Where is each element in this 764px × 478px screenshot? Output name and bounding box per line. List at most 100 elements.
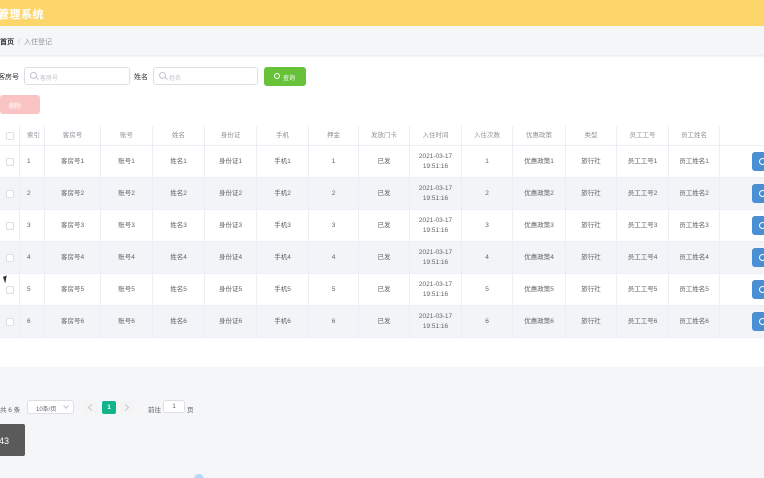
table-cell: 旅行社 [566, 242, 617, 273]
table-cell: 手机5 [257, 274, 309, 305]
next-page-button[interactable] [120, 401, 134, 414]
table-row: 4 客房号4 账号4 姓名4 身份证4 手机4 4 已发 2021-03-17 19:51:16… [0, 242, 764, 274]
table-cell: 4 [20, 242, 45, 273]
name-search-input[interactable]: 姓名 [153, 67, 258, 85]
table-cell: 员工工号3 [617, 210, 669, 241]
table-cell: 已发 [359, 210, 410, 241]
pagination: 共 6 条 10条/页 1 前往 1 页 [0, 400, 764, 416]
select-all-checkbox[interactable] [6, 131, 14, 140]
table-cell: 客房号2 [45, 178, 101, 209]
room-search-input[interactable]: 客房号 [24, 67, 130, 85]
table-cell: 客房号4 [45, 242, 101, 273]
table-cell: 旅行社 [566, 146, 617, 177]
row-action-button[interactable] [752, 280, 764, 299]
room-placeholder: 客房号 [40, 76, 59, 82]
main-panel: 客房号 客房号 姓名 姓名 查询 删除 索引 客房号 账号 姓名 身份证 手机 押金 发放门卡… [0, 57, 764, 414]
table-cell: 5 [462, 274, 513, 305]
table-cell: 旅行社 [566, 210, 617, 241]
table-cell: 2021-03-17 19:51:16 [410, 242, 462, 273]
table-cell: 员工姓名5 [669, 274, 720, 305]
table-cell: 2 [20, 178, 45, 209]
table-cell: 员工姓名4 [669, 242, 720, 273]
table-cell: 身份证3 [205, 210, 257, 241]
row-action-button[interactable] [752, 184, 764, 203]
table-cell: 身份证1 [205, 146, 257, 177]
table-cell: 优惠政策1 [513, 146, 566, 177]
row-checkbox[interactable] [6, 253, 14, 262]
table-cell: 优惠政策5 [513, 274, 566, 305]
column-header: 入住次数 [462, 126, 513, 145]
table-cell: 5 [20, 274, 45, 305]
table-cell: 账号2 [101, 178, 153, 209]
row-checkbox[interactable] [6, 317, 14, 326]
prev-page-button[interactable] [84, 401, 98, 414]
table-cell: 已发 [359, 242, 410, 273]
table-cell: 3 [20, 210, 45, 241]
table-cell: 客房号6 [45, 306, 101, 337]
delete-button[interactable]: 删除 [0, 95, 40, 114]
table-cell: 手机3 [257, 210, 309, 241]
table-cell: 3 [462, 210, 513, 241]
table-cell: 旅行社 [566, 306, 617, 337]
page-size-value: 10条/页 [36, 407, 57, 413]
column-header: 账号 [101, 126, 153, 145]
goto-page-input[interactable]: 1 [163, 400, 185, 413]
select-cell [0, 306, 20, 337]
table-cell: 手机1 [257, 146, 309, 177]
column-header: 押金 [309, 126, 359, 145]
select-cell [0, 178, 20, 209]
table-cell: 手机2 [257, 178, 309, 209]
table-row: 3 客房号3 账号3 姓名3 身份证3 手机3 3 已发 2021-03-17 19:51:16… [0, 210, 764, 242]
search-icon [159, 72, 166, 79]
table-cell: 已发 [359, 178, 410, 209]
table-cell: 已发 [359, 306, 410, 337]
table-cell: 已发 [359, 146, 410, 177]
column-header: 身份证 [205, 126, 257, 145]
row-checkbox[interactable] [6, 285, 14, 294]
table-cell: 2 [462, 178, 513, 209]
breadcrumb-bar: 首页 / 入住登记 [0, 26, 764, 56]
table-cell: 手机4 [257, 242, 309, 273]
delete-button-label: 删除 [9, 104, 22, 110]
table-cell: 手机6 [257, 306, 309, 337]
table-cell: 账号1 [101, 146, 153, 177]
table-cell: 4 [309, 242, 359, 273]
breadcrumb: 首页 / 入住登记 [0, 37, 52, 47]
row-checkbox[interactable] [6, 157, 14, 166]
top-header: 管理系统 [0, 0, 764, 26]
query-button[interactable]: 查询 [264, 67, 306, 86]
row-checkbox[interactable] [6, 189, 14, 198]
row-action-button[interactable] [752, 312, 764, 331]
table-cell: 身份证6 [205, 306, 257, 337]
table-cell: 优惠政策3 [513, 210, 566, 241]
row-action-button[interactable] [752, 248, 764, 267]
table-cell: 优惠政策6 [513, 306, 566, 337]
page-number-current[interactable]: 1 [102, 401, 116, 414]
table-cell: 2021-03-17 19:51:16 [410, 146, 462, 177]
row-checkbox[interactable] [6, 221, 14, 230]
goto-prefix: 前往 [148, 407, 161, 414]
chevron-down-icon [63, 403, 69, 409]
column-header: 类型 [566, 126, 617, 145]
table-row: 5 客房号5 账号5 姓名5 身份证5 手机5 5 已发 2021-03-17 19:51:16… [0, 274, 764, 306]
select-cell [0, 210, 20, 241]
row-action-button[interactable] [752, 216, 764, 235]
operation-header [720, 126, 764, 145]
table-cell: 已发 [359, 274, 410, 305]
select-all-cell [0, 126, 20, 145]
table-cell: 员工姓名2 [669, 178, 720, 209]
table-cell: 旅行社 [566, 274, 617, 305]
app-title: 管理系统 [0, 9, 44, 21]
table-cell: 客房号5 [45, 274, 101, 305]
table-cell: 1 [462, 146, 513, 177]
table-cell: 身份证5 [205, 274, 257, 305]
table-cell: 姓名2 [153, 178, 205, 209]
breadcrumb-separator: / [18, 39, 20, 46]
row-action-button[interactable] [752, 152, 764, 171]
table-cell: 客房号3 [45, 210, 101, 241]
table-cell: 账号5 [101, 274, 153, 305]
breadcrumb-home[interactable]: 首页 [0, 39, 14, 46]
table-cell: 2021-03-17 19:51:16 [410, 306, 462, 337]
page-size-select[interactable]: 10条/页 [27, 400, 74, 414]
table-cell: 优惠政策2 [513, 178, 566, 209]
